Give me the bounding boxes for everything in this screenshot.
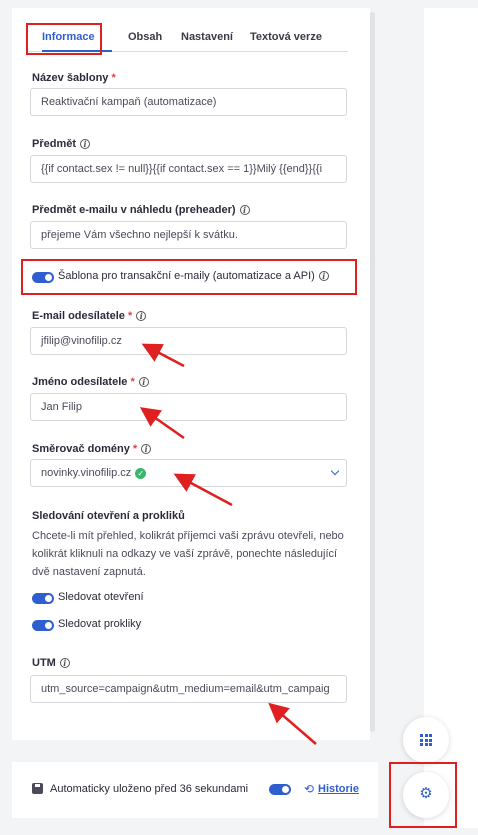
scrollbar[interactable]: [370, 12, 375, 732]
info-icon[interactable]: i: [136, 311, 147, 322]
track-opens-toggle[interactable]: [32, 593, 54, 604]
domain-router-label: Směrovač domény * i: [32, 443, 152, 455]
track-opens-label: Sledovat otevření: [58, 591, 144, 603]
tab-nastaveni[interactable]: Nastavení: [181, 31, 233, 43]
sender-email-input[interactable]: jfilip@vinofilip.cz: [30, 327, 347, 355]
autosave-status: Automaticky uloženo před 36 sekundami: [50, 783, 249, 795]
subject-input[interactable]: {{if contact.sex != null}}{{if contact.s…: [30, 155, 347, 183]
sender-name-input[interactable]: Jan Filip: [30, 393, 347, 421]
info-icon[interactable]: i: [239, 205, 250, 216]
history-link[interactable]: Historie: [318, 783, 359, 795]
tracking-title: Sledování otevření a prokliků: [32, 510, 185, 522]
template-name-input[interactable]: Reaktivační kampaň (automatizace): [30, 88, 347, 116]
chevron-down-icon: [330, 466, 340, 476]
blocks-button[interactable]: [403, 717, 449, 763]
check-icon: ✓: [135, 467, 147, 479]
settings-panel: Informace Obsah Nastavení Textová verze …: [12, 8, 370, 740]
track-clicks-toggle[interactable]: [32, 620, 54, 631]
info-icon[interactable]: i: [138, 377, 149, 388]
sender-name-label: Jméno odesílatele * i: [32, 376, 149, 388]
highlight-transactional: [21, 259, 357, 295]
autosave-bar: Automaticky uloženo před 36 sekundami ⟲ …: [12, 762, 378, 818]
autosave-toggle[interactable]: [269, 784, 291, 795]
info-icon[interactable]: i: [80, 139, 91, 150]
domain-router-value: novinky.vinofilip.cz: [41, 467, 132, 479]
tab-obsah[interactable]: Obsah: [128, 31, 162, 43]
grid-icon: [420, 734, 432, 746]
highlight-settings: [389, 762, 457, 828]
highlight-tab: [26, 23, 102, 55]
history-icon[interactable]: ⟲: [304, 782, 314, 796]
preview-pane: [424, 8, 478, 828]
utm-input[interactable]: utm_source=campaign&utm_medium=email&utm…: [30, 675, 347, 703]
info-icon[interactable]: i: [141, 444, 152, 455]
preheader-input[interactable]: přejeme Vám všechno nejlepší k svátku.: [30, 221, 347, 249]
tracking-description: Chcete-li mít přehled, kolikrát příjemci…: [32, 530, 344, 578]
tab-textova-verze[interactable]: Textová verze: [250, 31, 322, 43]
subject-label: Předmět i: [32, 138, 91, 150]
info-icon[interactable]: i: [59, 658, 70, 669]
track-clicks-label: Sledovat prokliky: [58, 618, 142, 630]
save-icon: [32, 783, 43, 794]
utm-label: UTM i: [32, 657, 70, 669]
template-name-label: Název šablony *: [32, 72, 116, 84]
domain-router-select[interactable]: novinky.vinofilip.cz ✓: [30, 459, 347, 487]
preheader-label: Předmět e-mailu v náhledu (preheader) i: [32, 204, 250, 216]
sender-email-label: E-mail odesílatele * i: [32, 310, 147, 322]
